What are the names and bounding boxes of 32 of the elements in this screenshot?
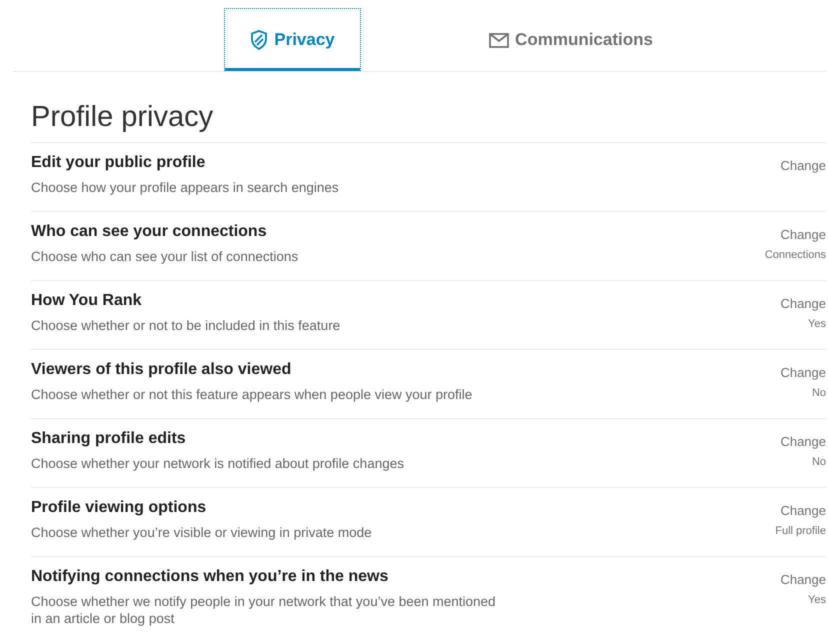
setting-title: Edit your public profile: [31, 153, 206, 173]
setting-description: Choose whether or not this feature appears when people view your profile: [31, 386, 472, 403]
setting-value: Full profile: [775, 525, 826, 537]
change-link[interactable]: Change: [780, 296, 826, 311]
setting-title: Who can see your connections: [31, 222, 268, 242]
setting-title: Sharing profile edits: [31, 429, 187, 449]
setting-description: Choose whether we notify people in your network that you’ve been mentioned in an article or blog post: [31, 593, 497, 627]
setting-value: No: [812, 387, 826, 399]
setting-value: Yes: [808, 318, 826, 330]
setting-value: Connections: [764, 249, 826, 261]
change-link[interactable]: Change: [780, 365, 826, 380]
setting-description: Choose whether your network is notified about profile changes: [31, 455, 404, 472]
change-link[interactable]: Change: [780, 572, 826, 587]
mail-icon: [489, 32, 510, 48]
setting-description: Choose whether or not to be included in this feature: [31, 317, 340, 334]
setting-description: Choose how your profile appears in search engines: [31, 179, 339, 196]
setting-value: Yes: [808, 594, 826, 606]
setting-value: No: [812, 456, 826, 468]
setting-description: Choose whether you’re visible or viewing in private mode: [31, 524, 372, 541]
change-link[interactable]: Change: [780, 158, 826, 173]
setting-title: How You Rank: [31, 291, 143, 311]
tab[interactable]: Privacy: [224, 8, 361, 71]
setting-title: Notifying connections when you’re in the news: [31, 567, 390, 587]
section-title: Profile privacy: [31, 100, 214, 134]
change-link[interactable]: Change: [780, 434, 826, 449]
change-link[interactable]: Change: [780, 503, 826, 518]
setting-title: Profile viewing options: [31, 498, 208, 518]
change-link[interactable]: Change: [780, 227, 826, 242]
setting-title: Viewers of this profile also viewed: [31, 360, 292, 380]
tab[interactable]: Communications: [441, 8, 701, 71]
shield-icon: [250, 30, 268, 50]
setting-description: Choose who can see your list of connections: [31, 248, 298, 265]
